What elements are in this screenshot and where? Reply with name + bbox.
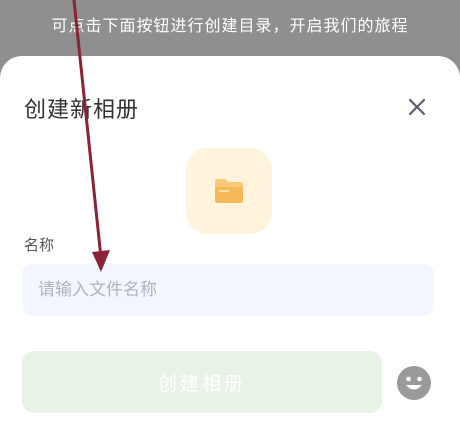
- album-name-input[interactable]: [22, 264, 434, 316]
- close-button[interactable]: [402, 92, 432, 122]
- close-icon: [408, 98, 426, 116]
- name-label: 名称: [24, 236, 55, 254]
- folder-icon: [215, 179, 243, 203]
- create-album-button[interactable]: 创建相册: [22, 351, 382, 413]
- backdrop-hint-text: 可点击下面按钮进行创建目录，开启我们的旅程: [51, 16, 409, 35]
- smiley-face-icon[interactable]: [396, 365, 432, 401]
- folder-tile: [186, 148, 272, 234]
- dialog-title: 创建新相册: [24, 98, 140, 123]
- create-album-sheet: 创建新相册 名称 创建相册: [0, 56, 460, 436]
